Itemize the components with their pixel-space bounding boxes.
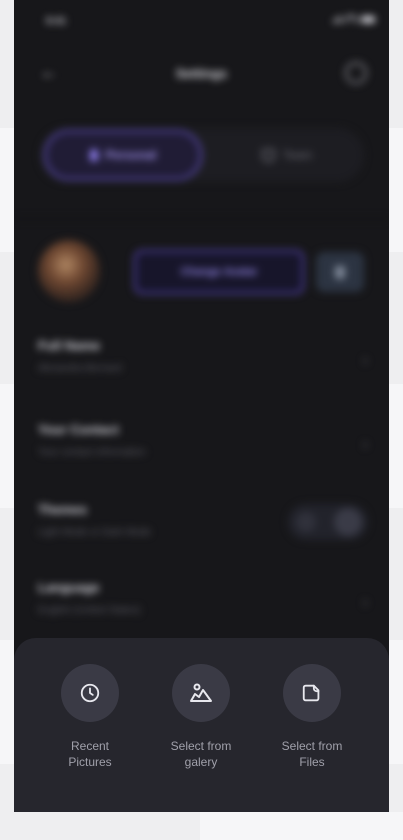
settings-row-themes: Themes Light Mode or Dark Mode (38, 502, 368, 540)
background-strip (0, 640, 14, 764)
clock-icon (80, 683, 100, 703)
battery-icon (361, 15, 375, 23)
tab-personal[interactable]: Personal (44, 130, 202, 180)
row-subtitle: English (United States) (38, 605, 141, 616)
sun-icon (296, 512, 316, 532)
background-strip (0, 128, 14, 252)
status-time: 9:41 (46, 16, 67, 27)
select-from-files-option[interactable]: Select from Files (252, 664, 372, 770)
page-title: Settings (175, 66, 228, 81)
change-avatar-button[interactable]: Change Avatar (134, 250, 304, 294)
image-icon (190, 683, 212, 702)
section-divider (14, 218, 389, 220)
settings-row-full-name[interactable]: Full Name Alexandra Bernard › (38, 338, 368, 374)
select-from-gallery-label: Select from galery (170, 739, 232, 769)
recent-pictures-button[interactable] (61, 664, 119, 722)
chevron-right-icon: › (362, 352, 368, 369)
segment-tabs: Personal Team (40, 128, 364, 182)
delete-avatar-button[interactable] (316, 252, 364, 292)
tab-team[interactable]: Team (214, 130, 360, 180)
row-title: Language (38, 580, 100, 595)
info-icon[interactable] (345, 62, 367, 84)
background-strip (200, 812, 403, 840)
chevron-right-icon: › (362, 594, 368, 611)
wifi-icon (345, 15, 357, 23)
file-icon (302, 684, 320, 702)
settings-row-contact[interactable]: Your Contact Your contact information › (38, 422, 368, 458)
row-subtitle: Alexandra Bernard (38, 363, 122, 374)
row-title: Full Name (38, 338, 101, 353)
recent-pictures-label: Recent Pictures (68, 739, 112, 769)
signal-icon (333, 15, 341, 23)
trash-icon (335, 265, 345, 279)
theme-toggle[interactable] (288, 504, 368, 540)
recent-pictures-option[interactable]: Recent Pictures (30, 664, 150, 770)
tab-personal-label: Personal (105, 148, 157, 162)
moon-icon (334, 508, 362, 536)
background-strip (389, 640, 403, 764)
background-strip (389, 128, 403, 252)
background-strip (389, 384, 403, 508)
row-title: Your Contact (38, 422, 119, 437)
chevron-right-icon: › (362, 436, 368, 453)
image-source-sheet: Recent Pictures Select from galery Selec… (14, 638, 389, 812)
phone-screen: 9:41 ← Settings Personal Team Change Ava… (14, 0, 389, 812)
status-icons (333, 15, 375, 23)
select-from-gallery-button[interactable] (172, 664, 230, 722)
select-from-gallery-option[interactable]: Select from galery (141, 664, 261, 770)
background-strip (0, 384, 14, 508)
shield-icon (261, 148, 275, 162)
row-subtitle: Your contact information (38, 447, 146, 458)
tab-team-label: Team (282, 148, 313, 162)
select-from-files-button[interactable] (283, 664, 341, 722)
settings-row-language[interactable]: Language English (United States) › (38, 580, 368, 616)
avatar (38, 240, 100, 302)
select-from-files-label: Select from Files (281, 739, 343, 769)
person-icon (89, 149, 98, 161)
